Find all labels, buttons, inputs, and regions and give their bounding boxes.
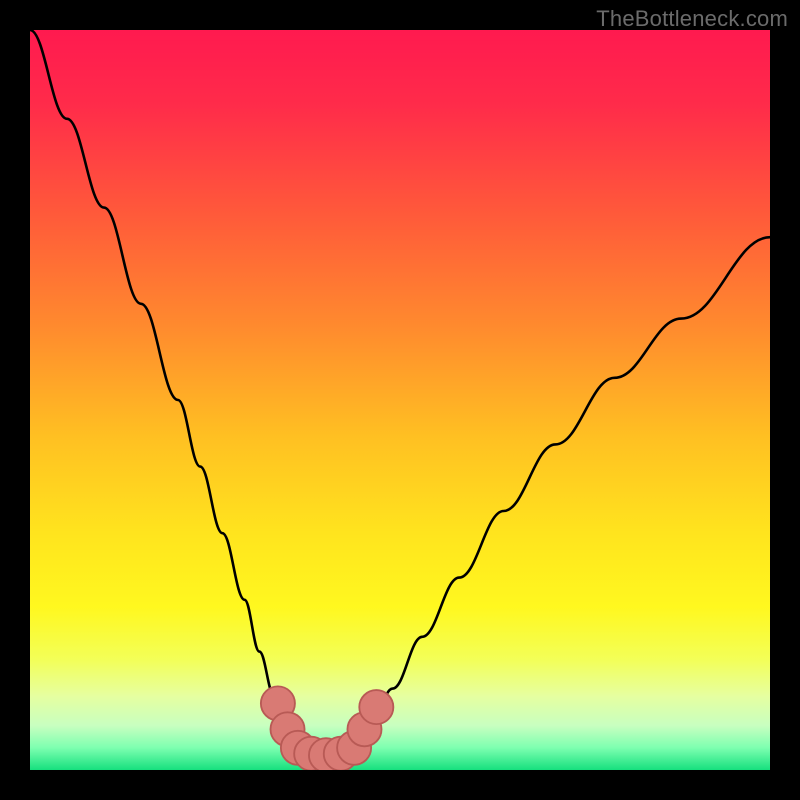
- watermark-text: TheBottleneck.com: [596, 6, 788, 32]
- valley-marker: [359, 690, 393, 724]
- valley-markers: [261, 686, 393, 770]
- plot-area: [30, 30, 770, 770]
- chart-frame: TheBottleneck.com: [0, 0, 800, 800]
- curve-left-branch: [30, 30, 296, 748]
- curve-layer: [30, 30, 770, 770]
- curve-right-branch: [356, 237, 770, 748]
